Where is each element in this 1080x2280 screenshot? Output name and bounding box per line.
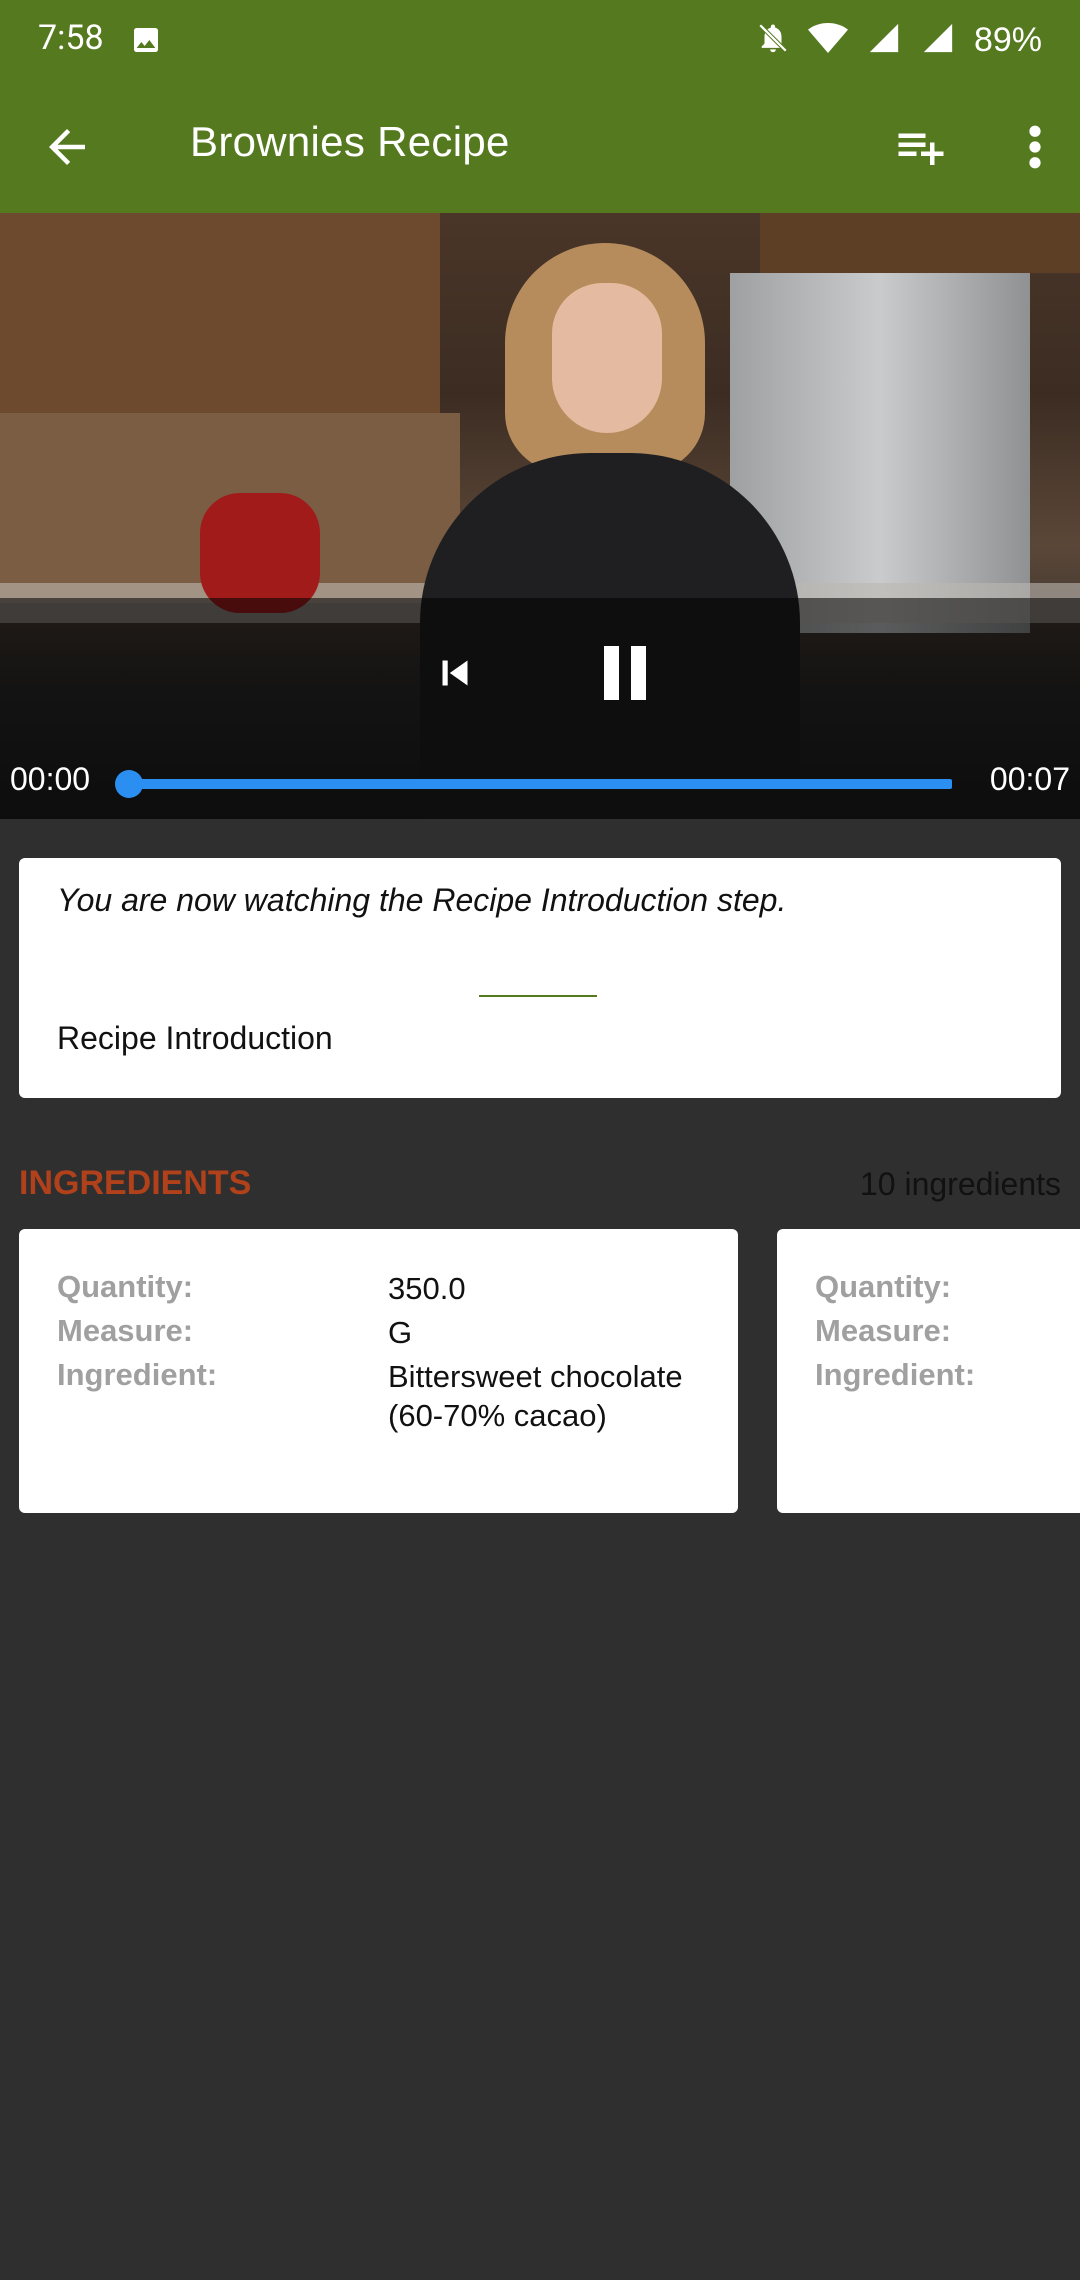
measure-label: Measure:: [57, 1313, 194, 1348]
quantity-label: Quantity:: [57, 1269, 194, 1304]
step-card: You are now watching the Recipe Introduc…: [19, 858, 1061, 1098]
ingredient-card-next[interactable]: Quantity: Measure: Ingredient:: [777, 1229, 1080, 1513]
signal-icon: [866, 21, 902, 60]
progress-bar[interactable]: [128, 779, 952, 789]
mute-icon: [756, 21, 790, 60]
step-divider: [479, 995, 597, 997]
wifi-icon: [807, 21, 848, 60]
ingredient-label: Ingredient:: [57, 1357, 218, 1392]
back-arrow-icon[interactable]: [40, 120, 94, 174]
signal-icon-2: [920, 21, 956, 60]
video-frame-cabinet: [0, 213, 440, 413]
video-frame-mixer: [200, 493, 320, 613]
video-frame-cabinet-right: [760, 213, 1080, 273]
image-icon: [130, 24, 162, 61]
ingredient-value: Bittersweet chocolate (60-70% cacao): [388, 1359, 683, 1433]
ingredient-card[interactable]: Quantity: Measure: Ingredient: 350.0 G B…: [19, 1229, 738, 1513]
page-title: Brownies Recipe: [190, 118, 510, 165]
status-bar: 7:58 89%: [0, 0, 1080, 80]
measure-label: Measure:: [815, 1313, 952, 1348]
video-frame-person-face: [552, 283, 662, 433]
measure-value: G: [388, 1315, 413, 1350]
current-time: 00:00: [10, 761, 91, 797]
more-vert-icon[interactable]: [1020, 120, 1050, 174]
ingredient-label: Ingredient:: [815, 1357, 976, 1392]
skip-previous-icon[interactable]: [430, 648, 480, 698]
step-name: Recipe Introduction: [57, 1020, 333, 1056]
ingredients-title: INGREDIENTS: [19, 1164, 252, 1202]
pause-icon[interactable]: [603, 646, 647, 700]
progress-thumb[interactable]: [115, 770, 143, 798]
quantity-label: Quantity:: [815, 1269, 952, 1304]
duration-time: 00:07: [989, 761, 1070, 797]
playlist-add-icon[interactable]: [890, 120, 952, 174]
step-message: You are now watching the Recipe Introduc…: [57, 882, 787, 918]
app-bar: Brownies Recipe: [0, 80, 1080, 213]
quantity-value: 350.0: [388, 1271, 466, 1306]
status-time: 7:58: [38, 18, 104, 58]
battery-text: 89%: [973, 20, 1042, 59]
ingredients-count: 10 ingredients: [859, 1166, 1061, 1202]
video-player[interactable]: 00:00 00:07: [0, 213, 1080, 819]
status-icons: 89%: [756, 12, 1042, 68]
